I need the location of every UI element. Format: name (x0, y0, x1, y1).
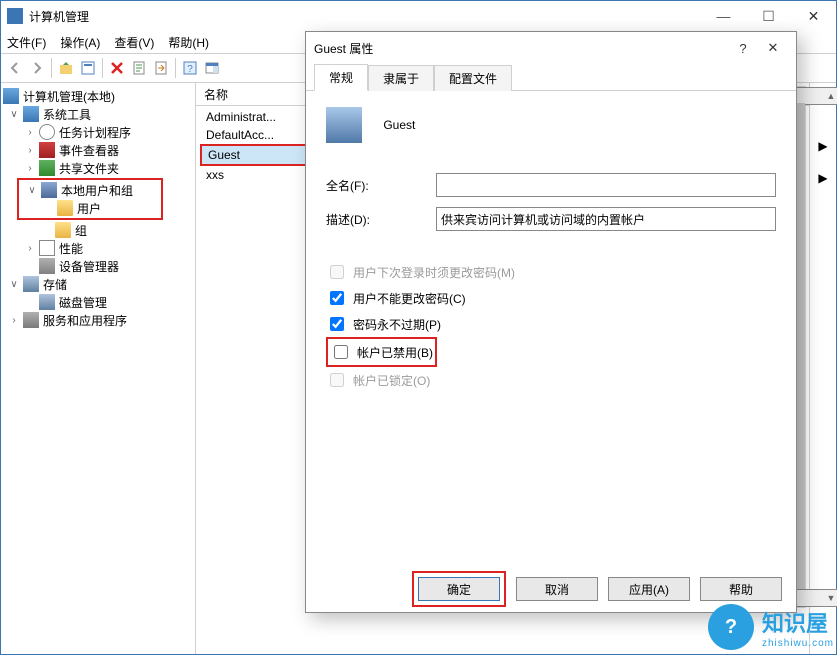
expand-icon[interactable]: › (25, 243, 35, 254)
tree-groups[interactable]: 组 (75, 222, 87, 239)
menu-view[interactable]: 查看(V) (114, 34, 154, 51)
check-account-disabled[interactable]: 帐户已禁用(B) (330, 339, 433, 365)
help-button[interactable]: ? (728, 34, 758, 62)
titlebar: 计算机管理 — ☐ ✕ (1, 1, 836, 31)
tree-event-viewer[interactable]: 事件查看器 (59, 142, 119, 159)
full-name-label: 全名(F): (326, 177, 436, 194)
delete-icon[interactable] (107, 58, 127, 78)
cancel-button[interactable]: 取消 (516, 577, 598, 601)
watermark-brand: 知识屋 (762, 606, 834, 638)
description-label: 描述(D): (326, 211, 436, 228)
expand-icon[interactable]: ∨ (27, 185, 37, 196)
user-large-icon (326, 107, 362, 143)
menu-file[interactable]: 文件(F) (7, 34, 46, 51)
ok-button[interactable]: 确定 (418, 577, 500, 601)
system-tools-icon (23, 106, 39, 122)
expand-icon[interactable]: › (25, 163, 35, 174)
watermark-icon: ? (708, 604, 754, 650)
check-account-locked: 帐户已锁定(O) (326, 367, 776, 393)
tab-general[interactable]: 常规 (314, 64, 368, 91)
tree-services-apps[interactable]: 服务和应用程序 (43, 312, 127, 329)
checkbox-must-change (330, 265, 344, 279)
menu-help[interactable]: 帮助(H) (168, 34, 209, 51)
disk-icon (39, 294, 55, 310)
expand-icon[interactable]: › (25, 145, 35, 156)
export-icon[interactable] (151, 58, 171, 78)
menu-action[interactable]: 操作(A) (60, 34, 100, 51)
watermark-url: zhishiwu.com (762, 638, 834, 649)
tree-system-tools[interactable]: 系统工具 (43, 106, 91, 123)
actions-pane: ▶ ▶ (809, 83, 836, 654)
services-icon (23, 312, 39, 328)
arrow-right-icon[interactable]: ▶ (816, 139, 830, 153)
dialog-title: Guest 属性 (314, 40, 728, 57)
main-window: 计算机管理 — ☐ ✕ 文件(F) 操作(A) 查看(V) 帮助(H) ? 计算… (0, 0, 837, 655)
tree-task-scheduler[interactable]: 任务计划程序 (59, 124, 131, 141)
column-name[interactable]: 名称 (204, 86, 228, 103)
check-never-expire[interactable]: 密码永不过期(P) (326, 311, 776, 337)
svg-text:?: ? (187, 64, 193, 75)
help-button-footer[interactable]: 帮助 (700, 577, 782, 601)
expand-icon[interactable]: › (9, 315, 19, 326)
properties-dialog: Guest 属性 ? ✕ 常规 隶属于 配置文件 Guest 全名(F): 描述… (305, 31, 797, 613)
checkbox-account-disabled[interactable] (334, 345, 348, 359)
tree-shared-folders[interactable]: 共享文件夹 (59, 160, 119, 177)
event-icon (39, 142, 55, 158)
nav-tree[interactable]: 计算机管理(本地) ∨ 系统工具 › 任务计划程序 › 事件查看器 › 共享文件夹 ∨ 本… (1, 83, 196, 654)
close-button[interactable]: ✕ (791, 1, 836, 31)
check-must-change: 用户下次登录时须更改密码(M) (326, 259, 776, 285)
tree-performance[interactable]: 性能 (59, 240, 83, 257)
back-button[interactable] (5, 58, 25, 78)
apply-button[interactable]: 应用(A) (608, 577, 690, 601)
tab-profile[interactable]: 配置文件 (434, 65, 512, 91)
panel-icon[interactable] (202, 58, 222, 78)
folder-icon (57, 200, 73, 216)
tree-root[interactable]: 计算机管理(本地) (23, 88, 115, 105)
tab-member-of[interactable]: 隶属于 (368, 65, 434, 91)
dialog-close-button[interactable]: ✕ (758, 34, 788, 62)
dialog-titlebar: Guest 属性 ? ✕ (306, 32, 796, 64)
arrow-right-icon[interactable]: ▶ (816, 171, 830, 185)
checkbox-never-expire[interactable] (330, 317, 344, 331)
performance-icon (39, 240, 55, 256)
checkbox-account-locked (330, 373, 344, 387)
expand-icon[interactable]: ∨ (9, 109, 19, 120)
storage-icon (23, 276, 39, 292)
computer-mgmt-icon (3, 88, 19, 104)
tree-users[interactable]: 用户 (77, 200, 101, 217)
folder-icon (55, 222, 71, 238)
expand-icon[interactable]: ∨ (9, 279, 19, 290)
minimize-button[interactable]: — (701, 1, 746, 31)
forward-button[interactable] (27, 58, 47, 78)
clock-icon (39, 124, 55, 140)
expand-icon[interactable]: › (25, 127, 35, 138)
description-input[interactable] (436, 207, 776, 231)
maximize-button[interactable]: ☐ (746, 1, 791, 31)
window-title: 计算机管理 (29, 8, 701, 25)
tree-storage[interactable]: 存储 (43, 276, 67, 293)
share-icon (39, 160, 55, 176)
refresh-icon[interactable] (129, 58, 149, 78)
help-icon[interactable]: ? (180, 58, 200, 78)
user-name-label: Guest (383, 118, 415, 132)
full-name-input[interactable] (436, 173, 776, 197)
up-icon[interactable] (56, 58, 76, 78)
device-icon (39, 258, 55, 274)
app-icon (7, 8, 23, 24)
watermark: ? 知识屋 zhishiwu.com (708, 604, 834, 650)
tree-disk-management[interactable]: 磁盘管理 (59, 294, 107, 311)
properties-icon[interactable] (78, 58, 98, 78)
check-cannot-change[interactable]: 用户不能更改密码(C) (326, 285, 776, 311)
users-group-icon (41, 182, 57, 198)
tree-device-manager[interactable]: 设备管理器 (59, 258, 119, 275)
tab-bar: 常规 隶属于 配置文件 (306, 64, 796, 91)
tree-local-users-groups[interactable]: 本地用户和组 (61, 182, 133, 199)
checkbox-cannot-change[interactable] (330, 291, 344, 305)
